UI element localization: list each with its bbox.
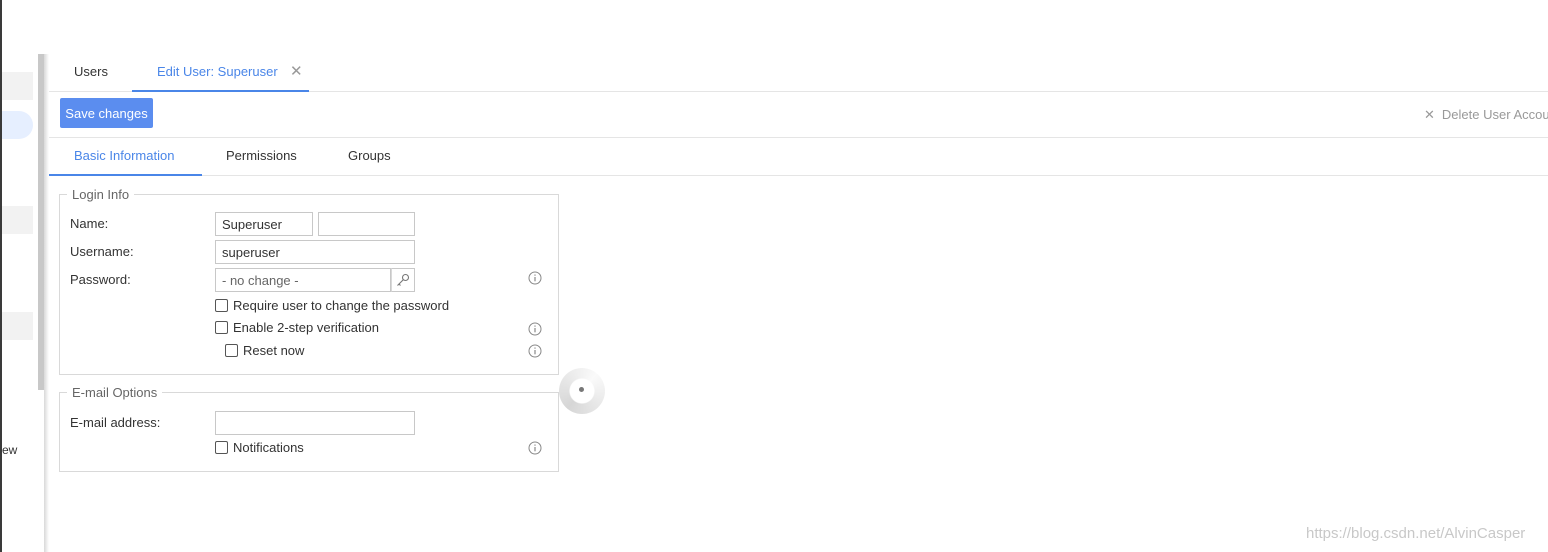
save-changes-button[interactable]: Save changes — [60, 98, 153, 128]
notifications-info-icon[interactable] — [528, 441, 542, 455]
sidebar-item[interactable] — [2, 206, 33, 234]
two-step-verification-checkbox[interactable] — [215, 321, 228, 334]
first-name-input[interactable] — [215, 212, 313, 236]
reset-now-checkbox[interactable] — [225, 344, 238, 357]
password-info-icon[interactable] — [528, 271, 542, 285]
close-icon: ✕ — [1424, 107, 1435, 122]
login-info-legend: Login Info — [67, 187, 135, 202]
password-input[interactable] — [215, 268, 391, 292]
delete-user-account-button[interactable]: ✕ Delete User Accou — [1424, 107, 1548, 123]
two-step-verification-label[interactable]: Enable 2-step verification — [233, 320, 379, 335]
require-password-change-row: Require user to change the password — [215, 298, 449, 313]
notifications-label[interactable]: Notifications — [233, 440, 304, 455]
two-step-info-icon[interactable] — [528, 322, 542, 336]
delete-user-account-label: Delete User Accou — [1441, 107, 1548, 122]
notifications-row: Notifications — [215, 440, 304, 455]
top-tab-bar: Users Edit User: Superuser ✕ — [49, 54, 1548, 92]
toolbar: Save changes ✕ Delete User Accou — [49, 92, 1548, 138]
close-tab-icon[interactable]: ✕ — [290, 54, 303, 89]
tab-users[interactable]: Users — [74, 54, 108, 92]
sidebar-item-active[interactable] — [2, 111, 33, 139]
tab-permissions[interactable]: Permissions — [226, 139, 297, 176]
sidebar: ew — [2, 54, 38, 552]
watermark: https://blog.csdn.net/AlvinCasper — [1306, 525, 1526, 542]
login-info-fieldset: Login Info Name: Username: Password: Req… — [59, 187, 559, 375]
email-address-input[interactable] — [215, 411, 415, 435]
tab-edit-user-label: Edit User: Superuser — [157, 64, 278, 79]
email-address-label: E-mail address: — [70, 415, 161, 430]
sidebar-item[interactable] — [2, 72, 33, 100]
reset-now-row: Reset now — [225, 343, 304, 358]
tab-edit-user[interactable]: Edit User: Superuser ✕ — [132, 54, 309, 92]
username-label: Username: — [70, 244, 134, 259]
password-label: Password: — [70, 272, 131, 287]
email-options-fieldset: E-mail Options E-mail address: Notificat… — [59, 385, 559, 472]
notifications-checkbox[interactable] — [215, 441, 228, 454]
tab-basic-information[interactable]: Basic Information — [49, 139, 202, 176]
key-icon[interactable] — [391, 268, 415, 292]
sidebar-item[interactable] — [2, 312, 33, 340]
tab-groups[interactable]: Groups — [348, 139, 391, 176]
email-options-legend: E-mail Options — [67, 385, 163, 400]
username-input[interactable] — [215, 240, 415, 264]
require-password-change-label[interactable]: Require user to change the password — [233, 298, 449, 313]
spinner-dot — [579, 387, 584, 392]
reset-now-label[interactable]: Reset now — [243, 343, 304, 358]
reset-now-info-icon[interactable] — [528, 344, 542, 358]
last-name-input[interactable] — [318, 212, 415, 236]
edit-user-panel: Users Edit User: Superuser ✕ Save change… — [49, 54, 1548, 552]
loading-spinner-icon — [559, 368, 605, 414]
two-step-verification-row: Enable 2-step verification — [215, 320, 379, 335]
require-password-change-checkbox[interactable] — [215, 299, 228, 312]
sidebar-item-label[interactable]: ew — [2, 443, 17, 457]
sub-tab-bar: Basic Information Permissions Groups — [49, 139, 1548, 176]
name-label: Name: — [70, 216, 109, 231]
